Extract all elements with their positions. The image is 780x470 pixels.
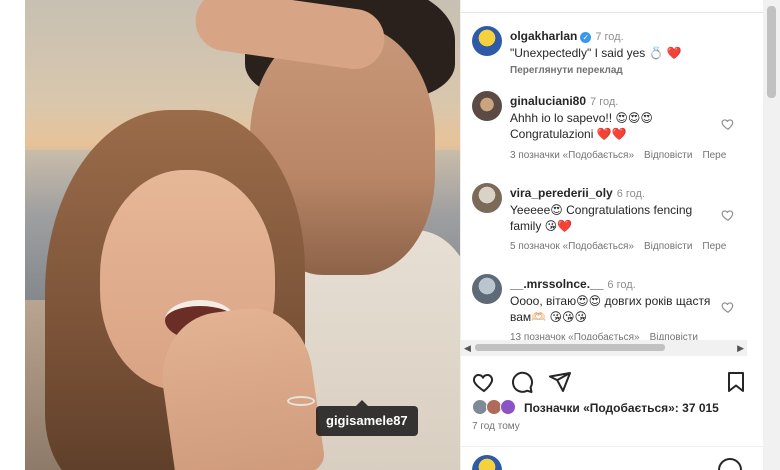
comment-username[interactable]: __.mrssolnce.__ [510,277,603,291]
likes-count: 37 015 [682,401,719,415]
comment-text: Yeeeee😍 Congratulations fencing family 😘… [510,203,693,233]
translate-link[interactable]: Переглянути переклад [510,65,623,76]
avatar[interactable] [472,91,502,121]
horizontal-scrollbar[interactable]: ◀ ▶ [461,340,747,356]
caption-text: "Unexpectedly" I said yes 💍 ❤️ [510,46,682,60]
user-tag[interactable]: gigisamele87 [316,400,418,436]
heart-icon[interactable] [721,300,735,314]
comment-body: ginaluciani80 7 год. Ahhh io lo sapevo!! … [510,93,750,142]
avatar[interactable] [472,26,502,56]
comment-text: Оооо, вітаю😍😍 довгих років щастя вам🫶🏻 😘… [510,294,711,324]
comment-text: Ahhh io lo sapevo!! 😍😍😍 Congratulazioni … [510,111,653,141]
likes-count-text[interactable]: Позначки «Подобається»: 37 015 [524,401,719,415]
scrollbar-thumb[interactable] [767,6,776,98]
avatar[interactable] [472,183,502,213]
more-link[interactable]: Пере [702,241,726,252]
heart-icon[interactable] [472,370,496,394]
reply-button[interactable]: Відповісти [644,150,692,161]
comment-meta: 5 позначок «Подобається» Відповісти Пере [510,241,736,252]
comment-username[interactable]: vira_perederii_oly [510,186,613,200]
caption-time[interactable]: 7 год. [595,31,623,43]
heart-icon[interactable] [721,208,735,222]
post-actions [472,370,750,394]
caption-username[interactable]: olgakharlan [510,29,577,43]
vertical-scrollbar[interactable] [763,0,780,470]
comment-meta: 3 позначки «Подобається» Відповісти Пере [510,150,736,161]
comment-time[interactable]: 7 год. [590,96,618,108]
caption-body: olgakharlan ✓ 7 год. "Unexpectedly" I said… [510,28,750,79]
comment-time[interactable]: 6 год. [617,188,645,200]
instagram-post-view: gigisamele87 olgakharlan ✓ 7 год. "Unexpec… [0,0,780,470]
scrollbar-thumb[interactable] [475,344,665,351]
comment-likes[interactable]: 5 позначок «Подобається» [510,241,634,252]
comment-icon[interactable] [510,370,534,394]
comment-time[interactable]: 6 год. [607,279,635,291]
post-time[interactable]: 7 год тому [472,421,520,432]
scroll-right-icon[interactable]: ▶ [737,343,744,354]
heart-icon[interactable] [721,117,735,131]
more-link[interactable]: Пере [702,150,726,161]
bookmark-icon[interactable] [724,370,748,394]
comment-body: vira_perederii_oly 6 год. Yeeeee😍 Congrat… [510,185,750,234]
reply-button[interactable]: Відповісти [644,241,692,252]
footer-divider [461,446,763,447]
photo-ring [287,396,315,406]
header-divider [461,12,763,13]
comment-body: __.mrssolnce.__ 6 год. Оооо, вітаю😍😍 довг… [510,276,750,325]
post-photo[interactable] [25,0,460,470]
avatar[interactable] [472,274,502,304]
likes-label: Позначки «Подобається»: [524,401,679,415]
paper-plane-icon[interactable] [548,370,572,394]
comment-username[interactable]: ginaluciani80 [510,94,586,108]
verified-badge-icon: ✓ [580,32,592,43]
scroll-left-icon[interactable]: ◀ [464,343,471,354]
comment-likes[interactable]: 3 позначки «Подобається» [510,150,634,161]
liker-avatar [500,399,516,415]
